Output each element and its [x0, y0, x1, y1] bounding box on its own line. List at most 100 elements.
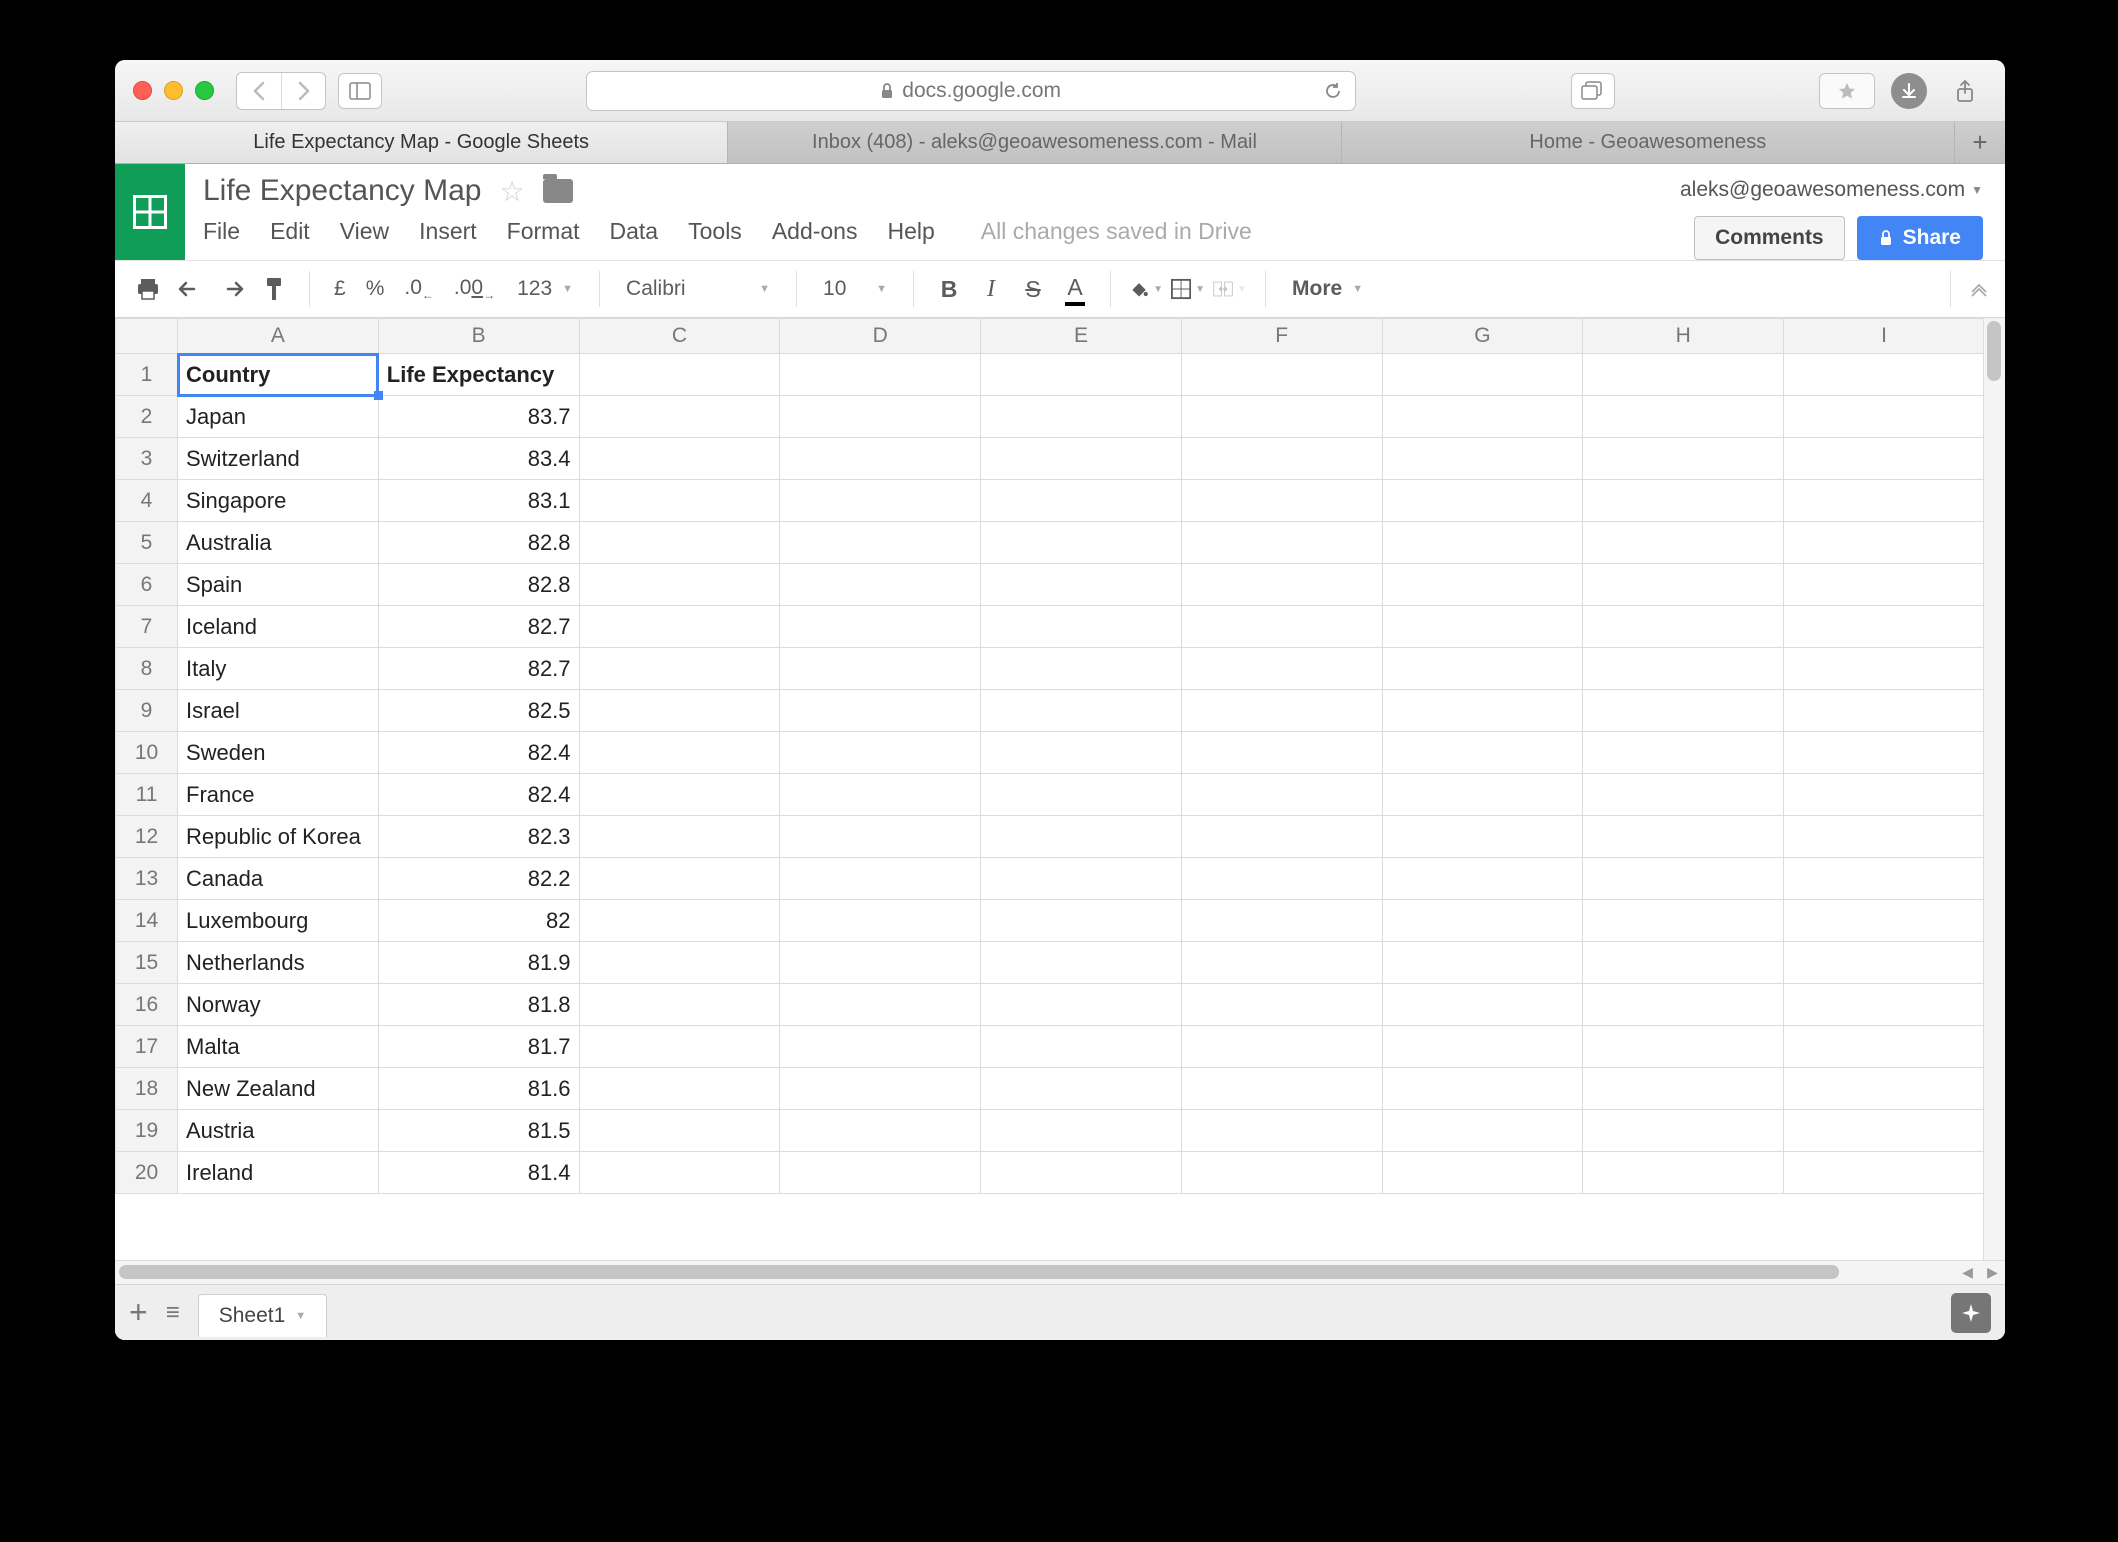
- cell-G2[interactable]: [1382, 396, 1583, 438]
- cell-A8[interactable]: Italy: [178, 648, 379, 690]
- cell-B15[interactable]: 81.9: [378, 942, 579, 984]
- cell-A15[interactable]: Netherlands: [178, 942, 379, 984]
- bookmark-button[interactable]: [1819, 73, 1875, 109]
- collapse-toolbar-icon[interactable]: [1969, 281, 1989, 297]
- cell-F9[interactable]: [1181, 690, 1382, 732]
- cell-H17[interactable]: [1583, 1026, 1784, 1068]
- cell-I13[interactable]: [1784, 858, 1983, 900]
- cell-I3[interactable]: [1784, 438, 1983, 480]
- cell-G17[interactable]: [1382, 1026, 1583, 1068]
- cell-C4[interactable]: [579, 480, 780, 522]
- cell-F7[interactable]: [1181, 606, 1382, 648]
- cell-B20[interactable]: 81.4: [378, 1152, 579, 1194]
- row-header-13[interactable]: 13: [116, 858, 178, 900]
- cell-I10[interactable]: [1784, 732, 1983, 774]
- cell-G5[interactable]: [1382, 522, 1583, 564]
- cell-H6[interactable]: [1583, 564, 1784, 606]
- cell-E2[interactable]: [981, 396, 1182, 438]
- cell-D10[interactable]: [780, 732, 981, 774]
- column-header-G[interactable]: G: [1382, 319, 1583, 354]
- bold-button[interactable]: B: [932, 272, 966, 306]
- font-dropdown[interactable]: Calibri ▼: [618, 277, 778, 301]
- column-header-F[interactable]: F: [1181, 319, 1382, 354]
- menu-help[interactable]: Help: [887, 218, 934, 245]
- row-header-18[interactable]: 18: [116, 1068, 178, 1110]
- text-color-button[interactable]: A: [1058, 272, 1092, 306]
- cell-G11[interactable]: [1382, 774, 1583, 816]
- cell-C17[interactable]: [579, 1026, 780, 1068]
- cell-D6[interactable]: [780, 564, 981, 606]
- cell-C3[interactable]: [579, 438, 780, 480]
- decrease-decimal-button[interactable]: .0←: [398, 276, 440, 302]
- row-header-9[interactable]: 9: [116, 690, 178, 732]
- cell-F4[interactable]: [1181, 480, 1382, 522]
- cell-C15[interactable]: [579, 942, 780, 984]
- cell-F10[interactable]: [1181, 732, 1382, 774]
- row-header-3[interactable]: 3: [116, 438, 178, 480]
- cell-I5[interactable]: [1784, 522, 1983, 564]
- cell-G20[interactable]: [1382, 1152, 1583, 1194]
- cell-H2[interactable]: [1583, 396, 1784, 438]
- cell-H4[interactable]: [1583, 480, 1784, 522]
- cell-A17[interactable]: Malta: [178, 1026, 379, 1068]
- row-header-16[interactable]: 16: [116, 984, 178, 1026]
- cell-C5[interactable]: [579, 522, 780, 564]
- cell-F3[interactable]: [1181, 438, 1382, 480]
- row-header-10[interactable]: 10: [116, 732, 178, 774]
- cell-G9[interactable]: [1382, 690, 1583, 732]
- share-button-sheets[interactable]: Share: [1857, 216, 1983, 260]
- cell-F19[interactable]: [1181, 1110, 1382, 1152]
- cell-B8[interactable]: 82.7: [378, 648, 579, 690]
- cell-D13[interactable]: [780, 858, 981, 900]
- comments-button[interactable]: Comments: [1694, 216, 1845, 260]
- cell-C12[interactable]: [579, 816, 780, 858]
- print-icon[interactable]: [131, 272, 165, 306]
- cell-C18[interactable]: [579, 1068, 780, 1110]
- cell-A5[interactable]: Australia: [178, 522, 379, 564]
- document-title[interactable]: Life Expectancy Map: [203, 174, 481, 208]
- column-header-A[interactable]: A: [178, 319, 379, 354]
- scroll-left-icon[interactable]: ◀: [1962, 1264, 1973, 1281]
- new-tab-button[interactable]: +: [1955, 122, 2005, 163]
- cell-I7[interactable]: [1784, 606, 1983, 648]
- cell-A7[interactable]: Iceland: [178, 606, 379, 648]
- cell-A19[interactable]: Austria: [178, 1110, 379, 1152]
- cell-C8[interactable]: [579, 648, 780, 690]
- cell-H9[interactable]: [1583, 690, 1784, 732]
- row-header-4[interactable]: 4: [116, 480, 178, 522]
- menu-view[interactable]: View: [340, 218, 389, 245]
- cell-A3[interactable]: Switzerland: [178, 438, 379, 480]
- cell-D17[interactable]: [780, 1026, 981, 1068]
- font-size-dropdown[interactable]: 10 ▼: [815, 277, 895, 301]
- cell-G13[interactable]: [1382, 858, 1583, 900]
- cell-A9[interactable]: Israel: [178, 690, 379, 732]
- cell-F13[interactable]: [1181, 858, 1382, 900]
- cell-E18[interactable]: [981, 1068, 1182, 1110]
- percent-button[interactable]: %: [360, 277, 391, 301]
- cell-I20[interactable]: [1784, 1152, 1983, 1194]
- row-header-14[interactable]: 14: [116, 900, 178, 942]
- cell-C7[interactable]: [579, 606, 780, 648]
- cell-D16[interactable]: [780, 984, 981, 1026]
- row-header-12[interactable]: 12: [116, 816, 178, 858]
- cell-G3[interactable]: [1382, 438, 1583, 480]
- cell-G19[interactable]: [1382, 1110, 1583, 1152]
- cell-D7[interactable]: [780, 606, 981, 648]
- row-header-6[interactable]: 6: [116, 564, 178, 606]
- cell-C14[interactable]: [579, 900, 780, 942]
- cell-D14[interactable]: [780, 900, 981, 942]
- reload-icon[interactable]: [1323, 81, 1343, 101]
- cell-E17[interactable]: [981, 1026, 1182, 1068]
- italic-button[interactable]: I: [974, 272, 1008, 306]
- cell-A10[interactable]: Sweden: [178, 732, 379, 774]
- cell-D12[interactable]: [780, 816, 981, 858]
- cell-F18[interactable]: [1181, 1068, 1382, 1110]
- cell-H1[interactable]: [1583, 354, 1784, 396]
- cell-E9[interactable]: [981, 690, 1182, 732]
- cell-I18[interactable]: [1784, 1068, 1983, 1110]
- row-header-8[interactable]: 8: [116, 648, 178, 690]
- row-header-20[interactable]: 20: [116, 1152, 178, 1194]
- horizontal-scrollbar-thumb[interactable]: [119, 1265, 1839, 1279]
- increase-decimal-button[interactable]: .00→: [448, 276, 501, 302]
- cell-I15[interactable]: [1784, 942, 1983, 984]
